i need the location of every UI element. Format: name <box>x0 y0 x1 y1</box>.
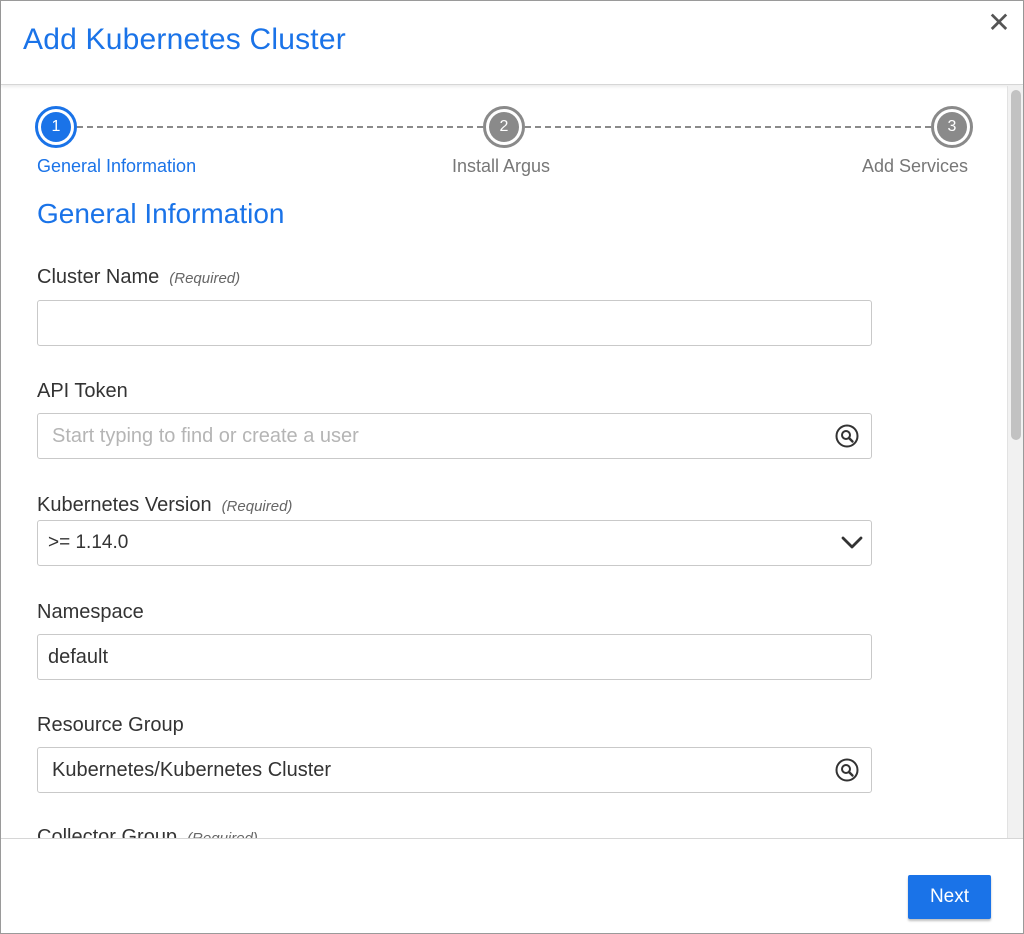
collector-group-label: Collector Group(Required) <box>37 826 258 838</box>
search-icon[interactable] <box>835 424 859 448</box>
kubernetes-version-select[interactable]: >= 1.14.0 <box>37 520 872 566</box>
step-1-indicator[interactable]: 1 <box>35 106 77 148</box>
close-icon[interactable]: ✕ <box>985 9 1013 37</box>
scrollbar[interactable] <box>1007 86 1023 838</box>
required-tag: (Required) <box>221 498 293 515</box>
add-cluster-dialog: Add Kubernetes Cluster ✕ 1 2 3 General I… <box>0 0 1024 934</box>
dialog-title: Add Kubernetes Cluster <box>23 23 346 56</box>
resource-group-label: Resource Group <box>37 714 184 736</box>
step-connector <box>525 126 931 128</box>
required-tag: (Required) <box>169 270 241 287</box>
cluster-name-label: Cluster Name (Required) <box>37 266 241 288</box>
namespace-value: default <box>48 646 109 668</box>
resource-group-value: Kubernetes/Kubernetes Cluster <box>52 759 332 781</box>
step-2-label: Install Argus <box>452 156 551 176</box>
dialog-header: Add Kubernetes Cluster ✕ <box>1 1 1023 85</box>
api-token-input[interactable] <box>37 413 872 459</box>
kubernetes-version-value: >= 1.14.0 <box>48 532 129 553</box>
cluster-name-field[interactable] <box>50 301 871 346</box>
dialog-footer: Next <box>1 838 1023 933</box>
scrollbar-thumb[interactable] <box>1011 90 1021 440</box>
step-3-indicator[interactable]: 3 <box>931 106 973 148</box>
step-connector <box>77 126 483 128</box>
section-title: General Information <box>37 198 285 229</box>
step-3-label: Add Services <box>862 156 969 176</box>
wizard-stepper: 1 2 3 General Information Install Argus … <box>35 106 975 180</box>
kubernetes-version-label: Kubernetes Version (Required) <box>37 494 293 516</box>
next-button[interactable]: Next <box>908 875 991 919</box>
step-2-indicator[interactable]: 2 <box>483 106 525 148</box>
chevron-down-icon[interactable] <box>841 534 863 552</box>
search-icon[interactable] <box>835 758 859 782</box>
cluster-name-input[interactable] <box>37 300 872 346</box>
resource-group-input[interactable]: Kubernetes/Kubernetes Cluster <box>37 747 872 793</box>
namespace-label: Namespace <box>37 601 144 623</box>
required-tag: (Required) <box>187 830 258 838</box>
step-1-label: General Information <box>37 156 197 176</box>
dialog-body: 1 2 3 General Information Install Argus … <box>1 86 1023 838</box>
api-token-label: API Token <box>37 380 128 402</box>
api-token-field[interactable] <box>52 414 832 459</box>
namespace-input[interactable]: default <box>37 634 872 680</box>
